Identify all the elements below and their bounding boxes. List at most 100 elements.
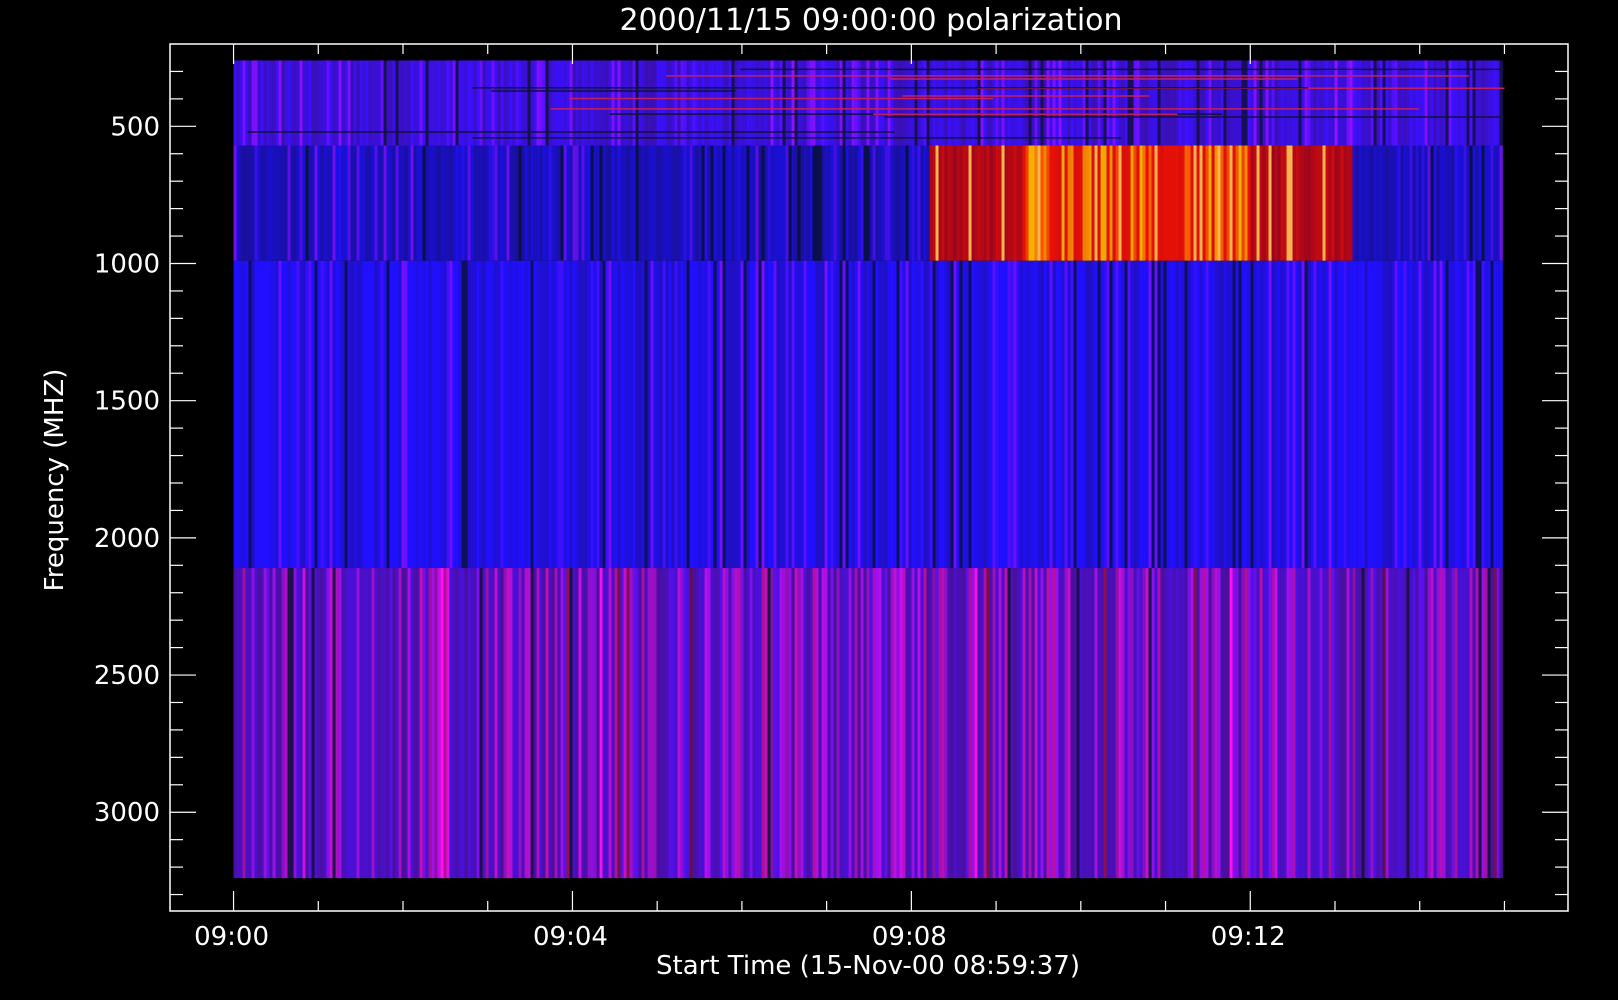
heatmap-column: [695, 568, 699, 879]
heatmap-column: [755, 145, 759, 261]
heatmap-column: [521, 145, 525, 261]
heatmap-column: [521, 260, 525, 569]
heatmap-column: [350, 260, 354, 569]
heatmap-column: [896, 145, 900, 261]
heatmap-column: [1253, 568, 1257, 879]
heatmap-column: [428, 568, 432, 879]
heatmap-column: [1364, 145, 1368, 261]
heatmap-column: [599, 260, 603, 569]
heatmap-column: [1472, 145, 1476, 261]
heatmap-column: [374, 568, 378, 879]
heatmap-column: [431, 568, 435, 879]
heatmap-column: [1292, 260, 1296, 569]
heatmap-column: [458, 145, 462, 261]
heatmap-column: [317, 260, 321, 569]
heatmap-column: [605, 145, 609, 261]
heatmap-column: [539, 260, 543, 569]
heatmap-column: [983, 60, 987, 146]
heatmap-column: [500, 260, 504, 569]
heatmap-column: [347, 145, 351, 261]
heatmap-column: [1427, 568, 1431, 879]
heatmap-column: [713, 568, 717, 879]
heatmap-column: [917, 260, 921, 569]
heatmap-column: [1490, 568, 1494, 879]
heatmap-column: [833, 60, 837, 146]
heatmap-column: [1388, 260, 1392, 569]
heatmap-column: [1274, 260, 1278, 569]
heatmap-column: [965, 568, 969, 879]
heatmap-column: [1148, 145, 1152, 261]
heatmap-column: [1430, 145, 1434, 261]
heatmap-column: [929, 60, 933, 146]
heatmap-column: [1202, 568, 1206, 879]
heatmap-column: [1481, 145, 1485, 261]
heatmap-column: [1397, 60, 1401, 146]
heatmap-column: [386, 568, 390, 879]
heatmap-column: [893, 145, 897, 261]
heatmap-column: [878, 60, 882, 146]
heatmap-column: [872, 568, 876, 879]
heatmap-column: [899, 568, 903, 879]
heatmap-column: [464, 568, 468, 879]
heatmap-column: [1238, 568, 1242, 879]
heatmap-column: [314, 568, 318, 879]
heatmap-column: [815, 145, 819, 261]
heatmap-column: [1490, 260, 1494, 569]
heatmap-column: [746, 60, 750, 146]
heatmap-column: [1478, 260, 1482, 569]
heatmap-column: [1373, 568, 1377, 879]
heatmap-column: [890, 260, 894, 569]
heatmap-column: [362, 145, 366, 261]
heatmap-column: [470, 60, 474, 146]
heatmap-column: [896, 60, 900, 146]
heatmap-column: [524, 60, 528, 146]
heatmap-column: [1238, 260, 1242, 569]
heatmap-column: [1484, 568, 1488, 879]
heatmap-column: [1361, 260, 1365, 569]
heatmap-column: [818, 60, 822, 146]
heatmap-column: [356, 260, 360, 569]
heatmap-column: [557, 145, 561, 261]
heatmap-column: [431, 60, 435, 146]
heatmap-column: [233, 60, 237, 146]
heatmap-column: [371, 568, 375, 879]
heatmap-column: [476, 260, 480, 569]
heatmap-column: [920, 260, 924, 569]
heatmap-column: [386, 260, 390, 569]
heatmap-column: [1295, 145, 1299, 261]
heatmap-column: [1160, 60, 1164, 146]
y-tick-label: 3000: [94, 798, 160, 828]
heatmap-column: [1082, 145, 1086, 261]
heatmap-column: [536, 568, 540, 879]
heatmap-column: [863, 568, 867, 879]
heatmap-column: [314, 145, 318, 261]
heatmap-column: [1427, 60, 1431, 146]
heatmap-column: [1496, 60, 1500, 146]
heatmap-column: [641, 145, 645, 261]
heatmap-column: [323, 145, 327, 261]
heatmap-column: [1061, 60, 1065, 146]
heatmap-column: [371, 60, 375, 146]
x-axis-label: Start Time (15-Nov-00 08:59:37): [656, 951, 1080, 981]
heatmap-column: [1412, 260, 1416, 569]
heatmap-column: [998, 60, 1002, 146]
heatmap-column: [1079, 260, 1083, 569]
heatmap-column: [473, 260, 477, 569]
heatmap-column: [503, 60, 507, 146]
heatmap-column: [1367, 60, 1371, 146]
heatmap-column: [1067, 260, 1071, 569]
heatmap-column: [824, 145, 828, 261]
heatmap-column: [701, 60, 705, 146]
heatmap-column: [1385, 260, 1389, 569]
heatmap-column: [962, 568, 966, 879]
heatmap-column: [1451, 145, 1455, 261]
heatmap-column: [305, 145, 309, 261]
heatmap-column: [539, 145, 543, 261]
heatmap-column: [1028, 60, 1032, 146]
heatmap-column: [875, 568, 879, 879]
heatmap-column: [524, 568, 528, 879]
heatmap-column: [1238, 145, 1242, 261]
heatmap-column: [437, 145, 441, 261]
heatmap-column: [1115, 60, 1119, 146]
heatmap-column: [1496, 568, 1500, 879]
